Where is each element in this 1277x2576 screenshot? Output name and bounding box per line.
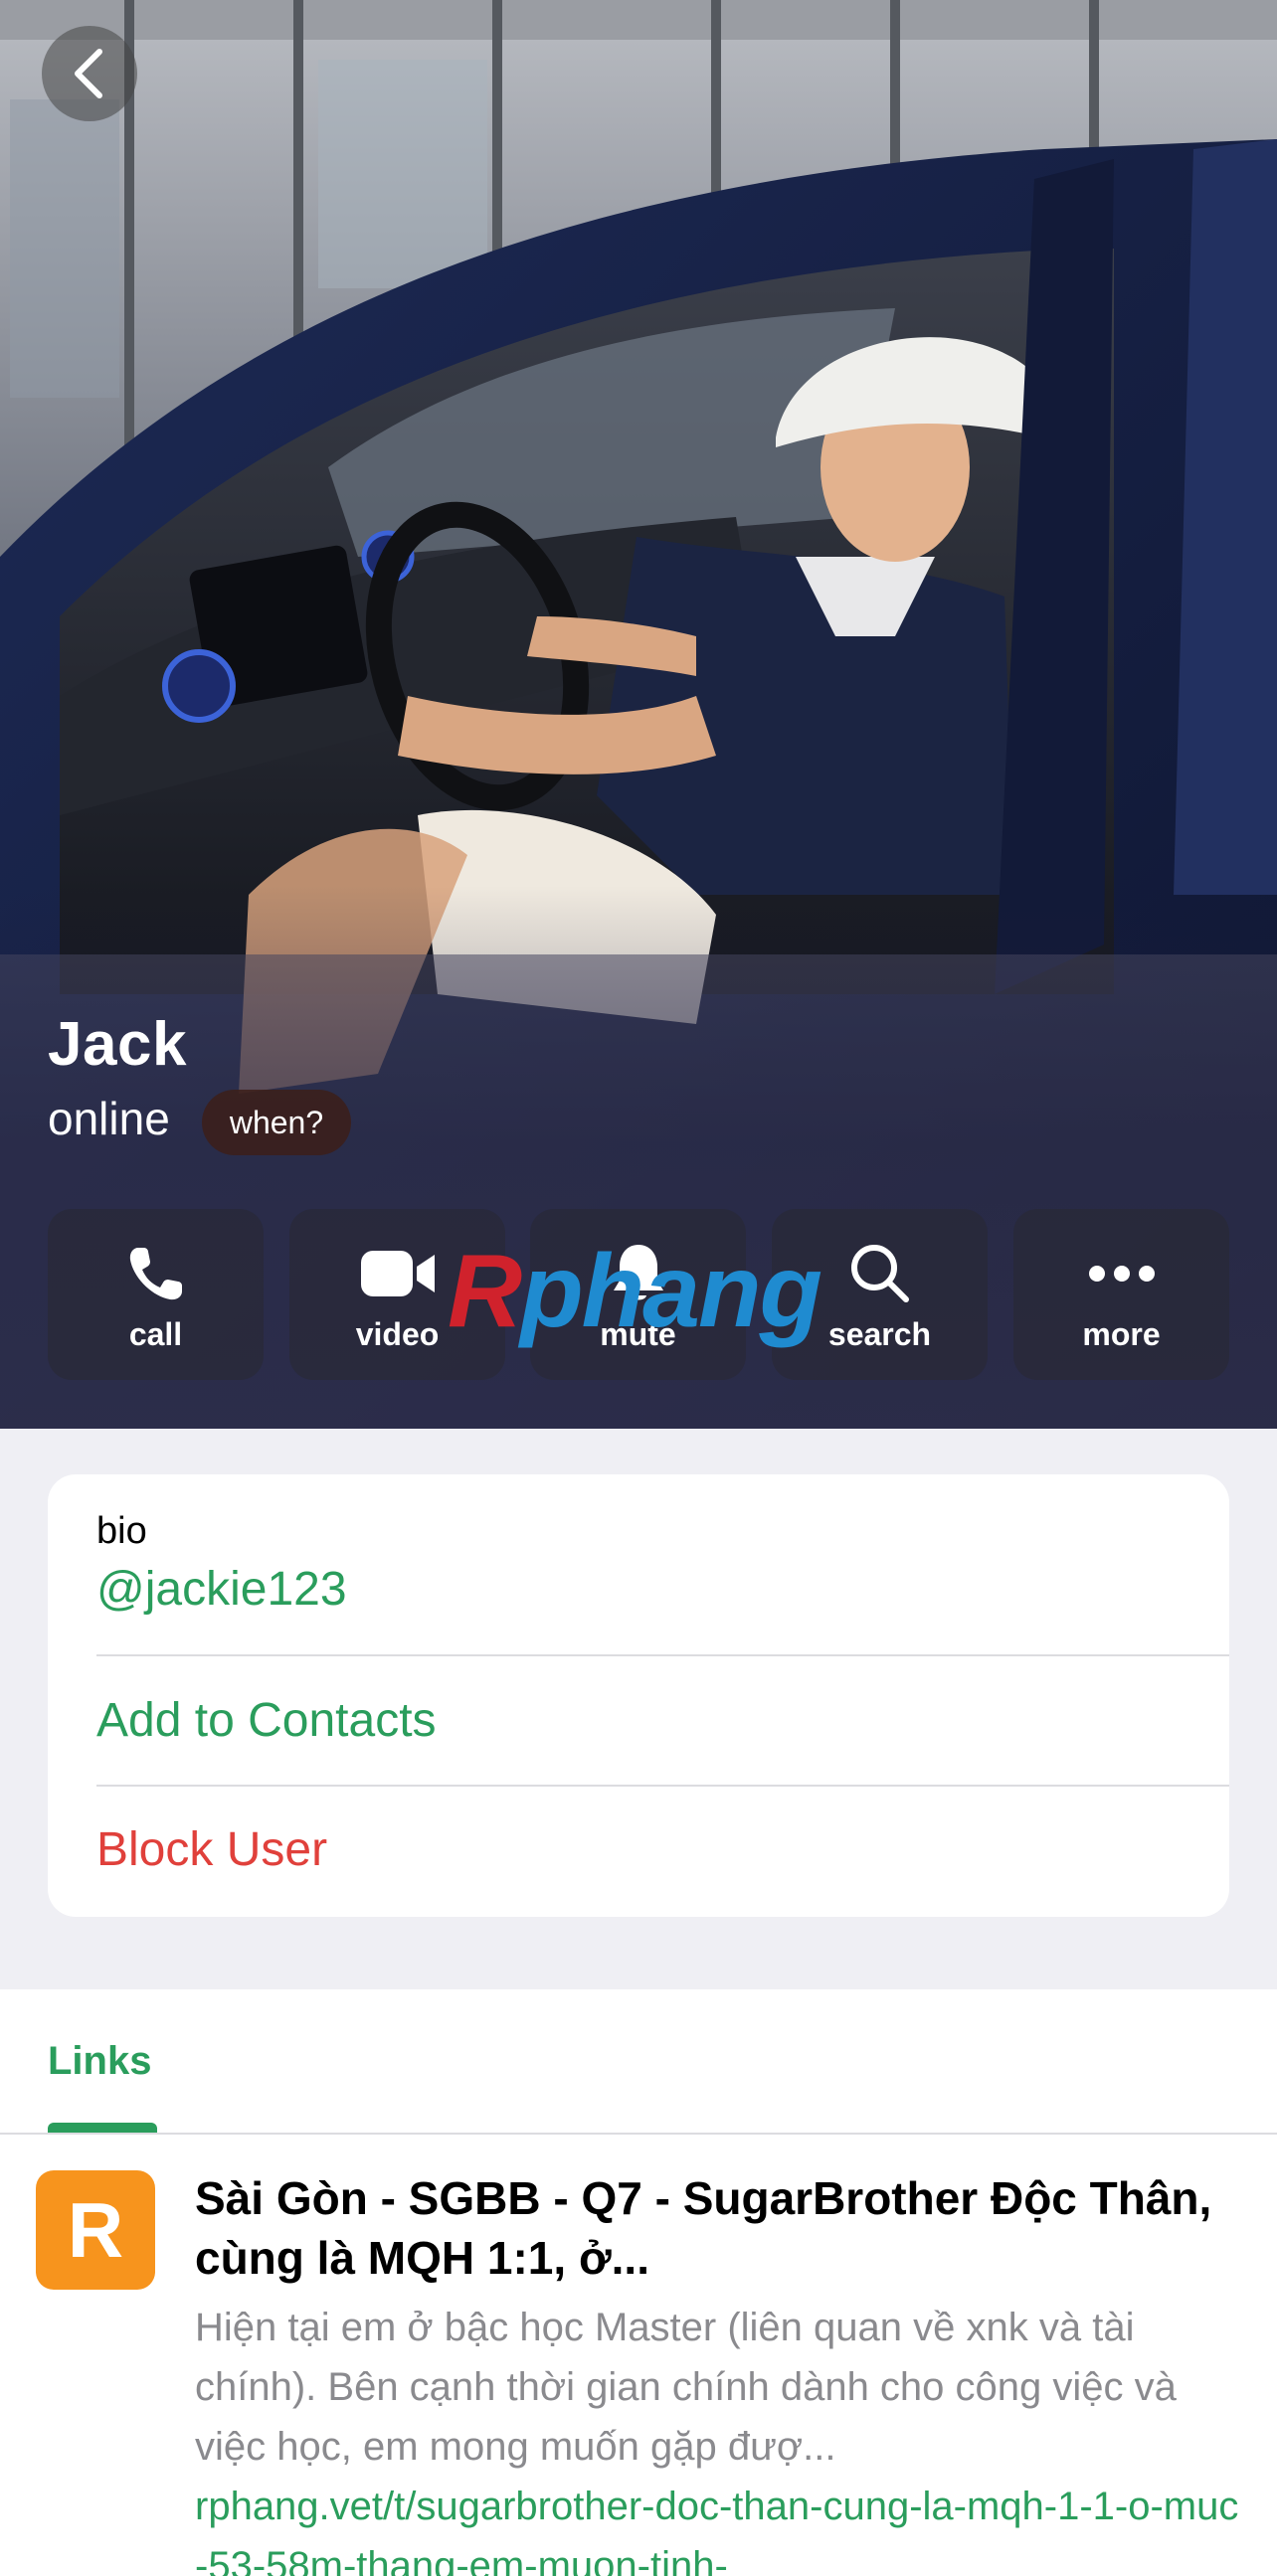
chevron-left-icon [75,49,102,98]
username-link[interactable]: @jackie123 [96,1562,347,1617]
back-button[interactable] [42,26,137,121]
more-label: more [1082,1316,1161,1352]
link-description: Hiện tại em ở bậc học Master (liên quan … [195,2306,1177,2469]
tab-links[interactable]: Links [48,2039,151,2084]
profile-info-card: bio @jackie123 Add to Contacts Block Use… [48,1474,1229,1917]
link-list-item[interactable]: R Sài Gòn - SGBB - Q7 - SugarBrother Độc… [0,2168,1277,2576]
online-status: online [48,1093,170,1144]
more-button[interactable]: more [1013,1209,1229,1380]
search-icon [850,1245,909,1302]
shared-media-section: Links R Sài Gòn - SGBB - Q7 - SugarBroth… [0,1989,1277,2576]
phone-icon [129,1248,182,1300]
bio-label: bio [96,1510,147,1552]
more-dots-icon [1088,1266,1155,1282]
tab-divider [0,2133,1277,2135]
active-tab-indicator [48,2123,157,2133]
search-label: search [827,1316,932,1352]
video-label: video [355,1316,440,1352]
divider [96,1654,1229,1656]
link-site-logo: R [36,2170,155,2290]
call-button[interactable]: call [48,1209,264,1380]
block-user-button[interactable]: Block User [96,1822,327,1877]
watermark-logo: Rphang [448,1234,822,1349]
call-label: call [128,1316,183,1352]
profile-name: Jack [48,1010,187,1079]
add-to-contacts-button[interactable]: Add to Contacts [96,1693,437,1748]
video-camera-icon [360,1251,435,1296]
divider [96,1785,1229,1787]
link-title: Sài Gòn - SGBB - Q7 - SugarBrother Độc T… [195,2172,1212,2284]
last-seen-when-button[interactable]: when? [202,1090,351,1155]
link-url[interactable]: rphang.vet/t/sugarbrother-doc-than-cung-… [195,2477,1249,2576]
